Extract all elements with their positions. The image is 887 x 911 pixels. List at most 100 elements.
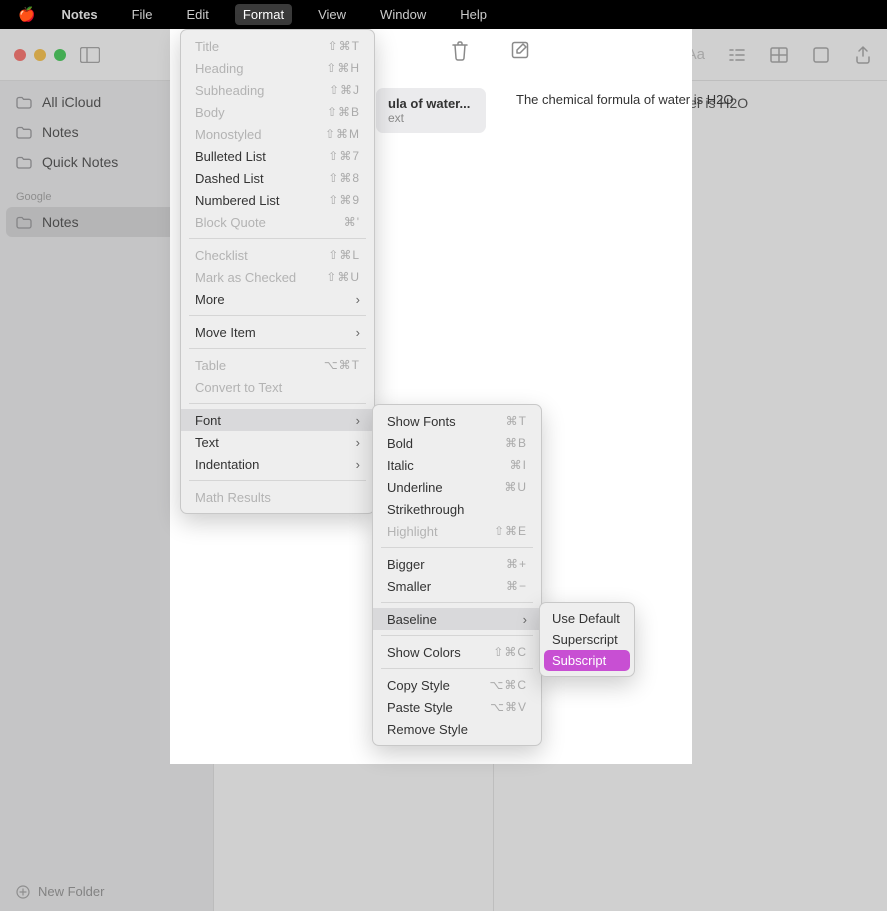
menu-item-label: Move Item (195, 325, 256, 340)
menu-item-label: Dashed List (195, 171, 264, 186)
menu-item-label: Monostyled (195, 127, 261, 142)
font-menu-item-remove-style[interactable]: Remove Style (373, 718, 541, 740)
keyboard-shortcut: ⇧⌘7 (328, 149, 360, 163)
keyboard-shortcut: ⇧⌘M (325, 127, 360, 141)
menu-item-label: Text (195, 435, 219, 450)
menu-format[interactable]: Format (235, 4, 292, 25)
menu-help[interactable]: Help (452, 4, 495, 25)
baseline-menu-item-use-default[interactable]: Use Default (544, 608, 630, 629)
menu-item-label: Math Results (195, 490, 271, 505)
font-menu-item-smaller[interactable]: Smaller⌘− (373, 575, 541, 597)
menu-item-label: Baseline (387, 612, 437, 627)
menu-item-label: Copy Style (387, 678, 450, 693)
menu-item-label: Subscript (552, 653, 606, 668)
font-menu-item-copy-style[interactable]: Copy Style⌥⌘C (373, 674, 541, 696)
keyboard-shortcut: ⇧⌘8 (328, 171, 360, 185)
submenu-arrow-icon: › (356, 457, 360, 472)
baseline-menu-item-superscript[interactable]: Superscript (544, 629, 630, 650)
font-menu-item-highlight: Highlight⇧⌘E (373, 520, 541, 542)
format-menu-separator (189, 238, 366, 239)
menu-item-label: Block Quote (195, 215, 266, 230)
menu-window[interactable]: Window (372, 4, 434, 25)
keyboard-shortcut: ⌘− (506, 579, 527, 593)
keyboard-shortcut: ⌥⌘T (324, 358, 360, 372)
format-menu-item-more[interactable]: More› (181, 288, 374, 310)
menu-item-label: Indentation (195, 457, 259, 472)
format-menu-item-heading: Heading⇧⌘H (181, 57, 374, 79)
font-menu-separator (381, 668, 533, 669)
menu-item-label: Show Fonts (387, 414, 456, 429)
keyboard-shortcut: ⇧⌘H (326, 61, 360, 75)
submenu-arrow-icon: › (356, 435, 360, 450)
menu-item-label: Superscript (552, 632, 618, 647)
menu-edit[interactable]: Edit (179, 4, 217, 25)
font-menu-item-show-colors[interactable]: Show Colors⇧⌘C (373, 641, 541, 663)
keyboard-shortcut: ⇧⌘T (328, 39, 360, 53)
keyboard-shortcut: ⇧⌘L (328, 248, 360, 262)
menu-item-label: Font (195, 413, 221, 428)
compose-note-icon[interactable] (510, 40, 530, 62)
format-menu-item-text[interactable]: Text › (181, 431, 374, 453)
menu-item-label: Underline (387, 480, 443, 495)
baseline-menu-item-subscript[interactable]: Subscript (544, 650, 630, 671)
format-menu-item-numbered-list[interactable]: Numbered List⇧⌘9 (181, 189, 374, 211)
keyboard-shortcut: ⇧⌘C (493, 645, 527, 659)
font-menu-separator (381, 635, 533, 636)
note-card-front[interactable]: ula of water... ext (376, 88, 486, 133)
format-menu-item-mark-as-checked: Mark as Checked ⇧⌘U (181, 266, 374, 288)
app-name[interactable]: Notes (53, 4, 105, 25)
format-menu-item-indentation[interactable]: Indentation › (181, 453, 374, 475)
keyboard-shortcut: ⌘+ (506, 557, 527, 571)
note-card-title: ula of water... (388, 96, 474, 111)
menu-item-label: More (195, 292, 225, 307)
menu-item-label: Bigger (387, 557, 425, 572)
menu-item-label: Use Default (552, 611, 620, 626)
menu-item-label: Title (195, 39, 219, 54)
font-menu-item-italic[interactable]: Italic⌘I (373, 454, 541, 476)
format-menu-item-convert-to-text: Convert to Text (181, 376, 374, 398)
delete-note-icon[interactable] (450, 40, 470, 62)
menu-item-label: Mark as Checked (195, 270, 296, 285)
font-menu-item-show-fonts[interactable]: Show Fonts ⌘T (373, 410, 541, 432)
baseline-submenu: Use Default Superscript Subscript (539, 602, 635, 677)
format-menu-separator (189, 403, 366, 404)
keyboard-shortcut: ⌘T (506, 414, 527, 428)
menu-item-label: Body (195, 105, 225, 120)
menu-item-label: Table (195, 358, 226, 373)
menu-item-label: Bold (387, 436, 413, 451)
submenu-arrow-icon: › (523, 612, 527, 627)
font-menu-item-strikethrough[interactable]: Strikethrough (373, 498, 541, 520)
format-menu-item-math-results: Math Results (181, 486, 374, 508)
format-menu: Title ⇧⌘T Heading⇧⌘HSubheading⇧⌘J Body ⇧⌘B Mo… (180, 29, 375, 514)
format-menu-item-title: Title ⇧⌘T (181, 35, 374, 57)
keyboard-shortcut: ⌘U (504, 480, 527, 494)
format-menu-item-monostyled: Monostyled ⇧⌘M (181, 123, 374, 145)
keyboard-shortcut: ⌘I (510, 458, 527, 472)
format-menu-item-font[interactable]: Font› (181, 409, 374, 431)
format-menu-item-block-quote: Block Quote⌘' (181, 211, 374, 233)
format-menu-item-dashed-list[interactable]: Dashed List ⇧⌘8 (181, 167, 374, 189)
font-menu-item-paste-style[interactable]: Paste Style⌥⌘V (373, 696, 541, 718)
font-menu-item-baseline[interactable]: Baseline › (373, 608, 541, 630)
keyboard-shortcut: ⌘B (505, 436, 527, 450)
format-menu-item-move-item[interactable]: Move Item› (181, 321, 374, 343)
menu-item-label: Convert to Text (195, 380, 282, 395)
menu-file[interactable]: File (124, 4, 161, 25)
menu-item-label: Strikethrough (387, 502, 464, 517)
apple-menu-icon[interactable]: 🍎 (18, 6, 35, 23)
format-menu-item-bulleted-list[interactable]: Bulleted List⇧⌘7 (181, 145, 374, 167)
font-menu-item-bold[interactable]: Bold ⌘B (373, 432, 541, 454)
font-menu-item-underline[interactable]: Underline ⌘U (373, 476, 541, 498)
note-card-subtitle: ext (388, 111, 474, 125)
keyboard-shortcut: ⇧⌘U (326, 270, 360, 284)
font-menu-item-bigger[interactable]: Bigger ⌘+ (373, 553, 541, 575)
format-menu-separator (189, 480, 366, 481)
menu-item-label: Subheading (195, 83, 264, 98)
keyboard-shortcut: ⇧⌘9 (328, 193, 360, 207)
format-menu-separator (189, 315, 366, 316)
keyboard-shortcut: ⇧⌘B (327, 105, 360, 119)
format-menu-item-subheading: Subheading⇧⌘J (181, 79, 374, 101)
keyboard-shortcut: ⌥⌘V (490, 700, 527, 714)
font-menu-separator (381, 547, 533, 548)
menu-view[interactable]: View (310, 4, 354, 25)
